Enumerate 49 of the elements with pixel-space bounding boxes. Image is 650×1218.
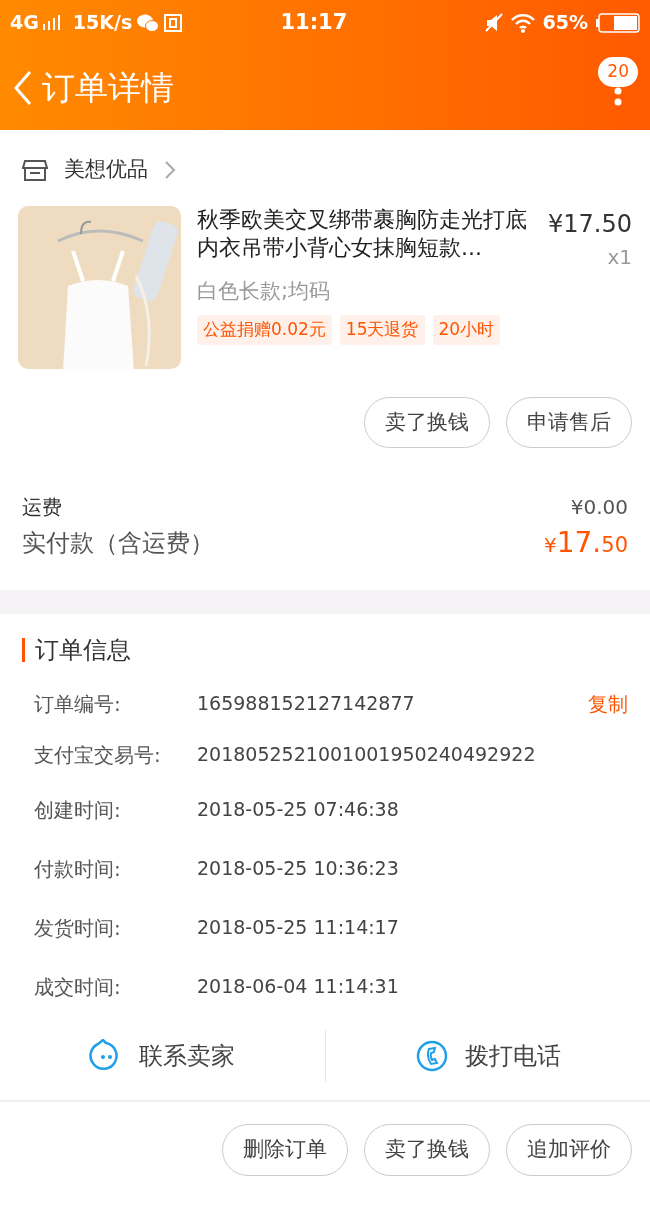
product-variant: 白色长款;均码 [197,277,332,305]
notification-count: 20 [598,57,638,87]
network-speed: 15K/s [72,10,133,36]
fee-value: ¥0.00 [570,494,628,521]
signal-icon [42,15,61,30]
product-tag: 公益捐赠0.02元 [197,315,332,345]
action-button[interactable]: 卖了换钱 [364,396,490,448]
product-quantity: x1 [607,243,632,271]
action-button[interactable]: 删除订单 [222,1124,348,1176]
info-value: 2018-05-25 10:36:23 [197,856,400,882]
page-title: 订单详情 [42,66,175,109]
back-icon[interactable] [12,69,34,106]
product-title[interactable]: 秋季欧美交叉绑带裹胸防走光打底内衣吊带小背心女抹胸短款... [197,205,540,272]
info-label: 付款时间: [34,855,122,883]
fee-label: 运费 [22,494,62,521]
product-price: ¥17.50 [548,208,632,240]
chevron-right-icon [164,159,176,180]
action-button[interactable]: 申请售后 [506,396,632,448]
info-label: 发货时间: [34,914,122,942]
phone-icon[interactable] [414,1039,449,1073]
clock: 11:17 [279,8,349,36]
info-label: 创建时间: [34,796,122,824]
action-button[interactable]: 卖了换钱 [364,1124,490,1176]
info-label: 支付宝交易号: [34,741,162,769]
battery-percent: 65% [542,10,588,36]
more-icon[interactable] [614,86,623,106]
total-label: 实付款（含运费） [22,528,214,559]
mute-icon [484,12,503,33]
screenshot-icon [163,12,184,33]
info-value: 2018-05-25 11:14:17 [197,915,400,941]
chat-action[interactable]: 联系卖家 [139,1038,236,1074]
wifi-icon [510,12,535,33]
info-label: 订单编号: [34,690,122,718]
phone-action[interactable]: 拨打电话 [464,1038,561,1074]
info-value: 2018-05-25 07:46:38 [197,797,400,823]
shop-icon [22,157,48,182]
action-button[interactable]: 追加评价 [506,1124,632,1176]
network-type: 4G [10,10,39,36]
battery-icon [596,12,640,33]
shop-row[interactable]: 美想优品 [0,130,650,206]
info-value: 2018-06-04 11:14:31 [197,974,400,1000]
total-amount: ¥17.50 [544,525,628,561]
product-tag: 20小时 [432,315,501,345]
info-value: 165988152127142877 [197,691,416,717]
chat-bubbles-icon [136,13,160,32]
product-tag: 15天退货 [339,315,425,345]
section-title: 订单信息 [22,638,628,662]
info-label: 成交时间: [34,973,122,1001]
info-value: 2018052521001001950240492922 [197,742,537,768]
